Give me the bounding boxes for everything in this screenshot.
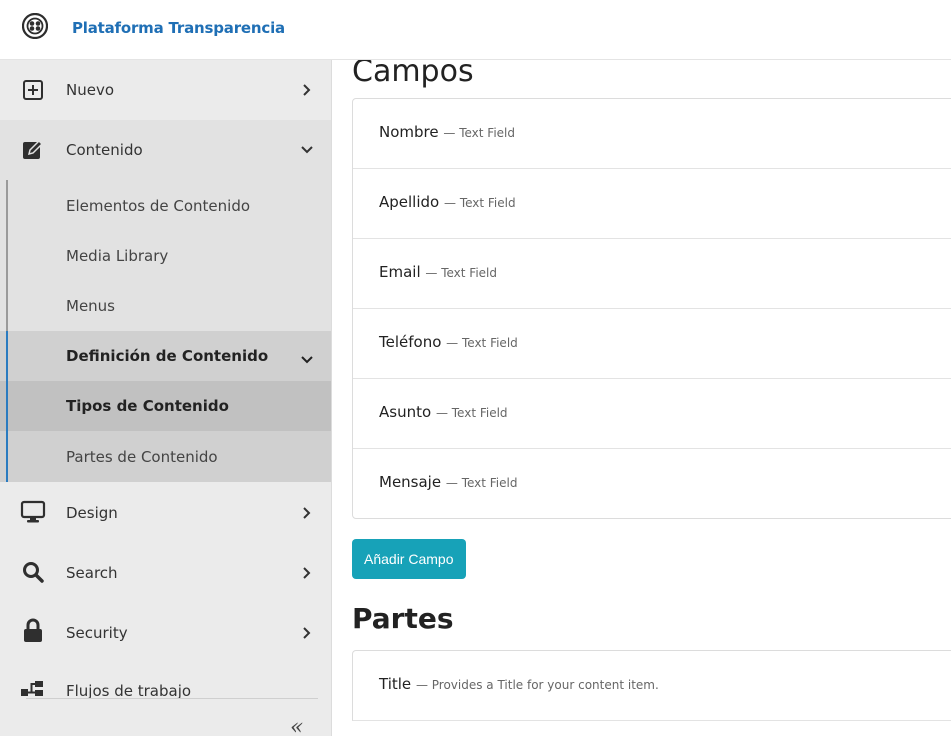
main-content: Campos Nombre — Text Field Apellido — Te… [352, 60, 951, 736]
sidebar-item-label: Nuevo [66, 81, 115, 99]
add-field-button[interactable]: Añadir Campo [352, 539, 466, 579]
field-row[interactable]: Asunto — Text Field [353, 379, 951, 449]
workflow-icon [20, 677, 46, 703]
chevron-down-icon [300, 143, 314, 157]
sidebar: Nuevo Contenido Elementos de Contenido M… [0, 60, 332, 736]
sidebar-item-contenido[interactable]: Contenido [0, 120, 331, 180]
sidebar-item-label: Search [66, 564, 118, 582]
sidebar-item-label: Contenido [66, 141, 143, 159]
part-name: Title — Provides a Title for your conten… [379, 675, 659, 693]
chevron-down-icon [300, 350, 314, 369]
field-type: — Text Field [443, 126, 515, 140]
sidebar-subitem-label: Elementos de Contenido [66, 197, 251, 215]
field-row[interactable]: Email — Text Field [353, 239, 951, 309]
chevron-right-icon [300, 83, 314, 97]
sidebar-subitem-label: Menus [66, 297, 115, 315]
sidebar-subitem-definicion[interactable]: Definición de Contenido [0, 331, 331, 381]
chevron-right-icon [300, 506, 314, 520]
field-type: — Text Field [444, 196, 516, 210]
sidebar-subitem-tipos[interactable]: Tipos de Contenido [0, 381, 331, 431]
field-type: — Text Field [446, 336, 518, 350]
chevron-right-icon [300, 626, 314, 640]
field-type: — Text Field [445, 476, 518, 490]
sidebar-subitem-label: Definición de Contenido [66, 347, 269, 365]
field-name: Teléfono — Text Field [379, 333, 518, 351]
partes-title: Partes [352, 602, 454, 635]
field-type: — Text Field [425, 266, 498, 280]
sidebar-subitem-media-library[interactable]: Media Library [0, 231, 331, 281]
collapse-sidebar-button[interactable]: « [290, 715, 303, 736]
plus-square-icon [20, 77, 46, 103]
field-name: Email — Text Field [379, 263, 498, 281]
field-row[interactable]: Nombre — Text Field [353, 99, 951, 169]
sidebar-item-label: Design [66, 504, 118, 522]
sidebar-item-flujos[interactable]: Flujos de trabajo [0, 662, 331, 700]
sidebar-item-label: Security [66, 624, 128, 642]
monitor-icon [20, 499, 46, 525]
sidebar-divider [26, 698, 318, 699]
field-row[interactable]: Apellido — Text Field [353, 169, 951, 239]
chevron-right-icon [300, 566, 314, 580]
part-description: — Provides a Title for your content item… [415, 678, 659, 692]
sidebar-item-search[interactable]: Search [0, 542, 331, 602]
field-row[interactable]: Mensaje — Text Field [353, 449, 951, 519]
sidebar-subitem-label: Media Library [66, 247, 169, 265]
sidebar-subitem-elementos[interactable]: Elementos de Contenido [0, 180, 331, 231]
search-icon [20, 559, 46, 585]
part-row[interactable]: Title — Provides a Title for your conten… [352, 650, 951, 721]
brand-logo-icon[interactable] [21, 12, 49, 40]
sidebar-subitem-label: Tipos de Contenido [66, 397, 229, 415]
field-name: Apellido — Text Field [379, 193, 516, 211]
edit-icon [20, 137, 46, 163]
sidebar-item-design[interactable]: Design [0, 482, 331, 542]
brand-name[interactable]: Plataforma Transparencia [72, 19, 285, 37]
sidebar-item-nuevo[interactable]: Nuevo [0, 60, 331, 120]
fields-list: Nombre — Text Field Apellido — Text Fiel… [352, 98, 951, 519]
campos-title: Campos [352, 60, 474, 89]
field-type: — Text Field [435, 406, 508, 420]
field-name: Asunto — Text Field [379, 403, 508, 421]
field-name: Mensaje — Text Field [379, 473, 518, 491]
field-row[interactable]: Teléfono — Text Field [353, 309, 951, 379]
field-name: Nombre — Text Field [379, 123, 515, 141]
sidebar-item-security[interactable]: Security [0, 602, 331, 662]
sidebar-subitem-menus[interactable]: Menus [0, 281, 331, 331]
top-bar: Plataforma Transparencia [0, 0, 951, 60]
lock-icon [20, 618, 46, 644]
sidebar-subitem-label: Partes de Contenido [66, 448, 218, 466]
sidebar-subitem-partes[interactable]: Partes de Contenido [0, 431, 331, 482]
